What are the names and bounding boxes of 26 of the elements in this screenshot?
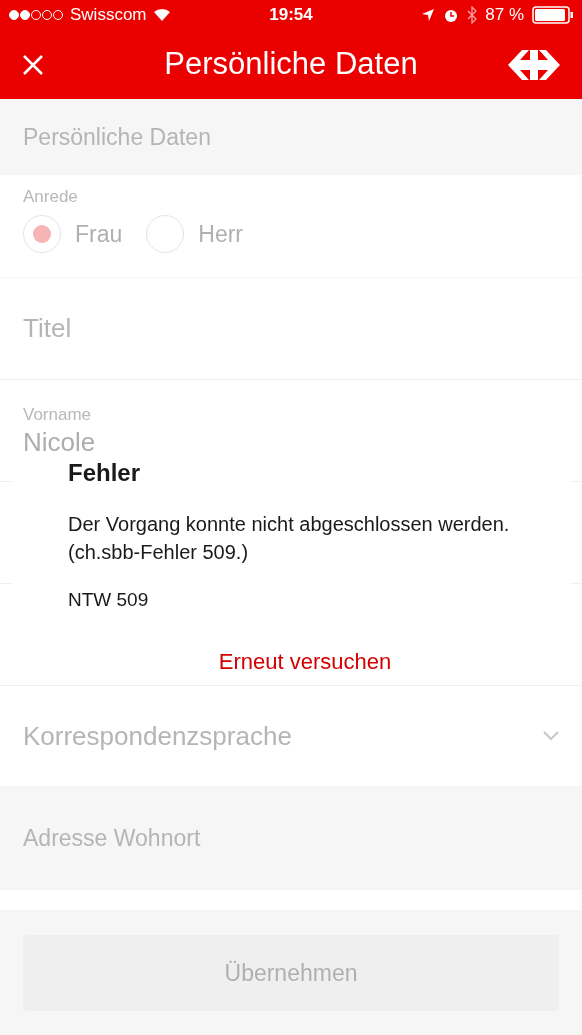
section-title: Adresse Wohnort — [23, 823, 201, 853]
wifi-icon — [152, 8, 171, 22]
alarm-clock-icon — [443, 7, 460, 23]
field-placeholder[interactable]: Titel — [23, 309, 72, 348]
field-label: Anrede — [23, 186, 78, 208]
location-arrow-icon — [421, 8, 436, 22]
field-value[interactable]: Nicole — [23, 425, 96, 458]
bluetooth-icon — [467, 6, 478, 24]
language-dropdown[interactable]: Korrespondenzsprache — [0, 686, 582, 786]
error-code: NTW 509 — [68, 588, 150, 612]
dialog-message: Der Vorgang konnte nicht abgeschlossen werden. (ch.sbb-Fehler 509.) — [68, 512, 511, 565]
close-icon[interactable] — [22, 53, 44, 76]
clock-time: 19:54 — [269, 4, 313, 27]
section-title: Persönliche Daten — [23, 122, 211, 152]
dialog-title: Fehler — [68, 458, 142, 488]
retry-button[interactable]: Erneut versuchen — [218, 644, 392, 678]
field-label: Vorname — [23, 403, 92, 426]
radio-option[interactable]: Herr — [146, 215, 244, 253]
battery-icon — [532, 6, 574, 24]
double-arrow-logo-icon — [508, 49, 560, 80]
signal-icon — [8, 9, 64, 21]
chevron-down-icon — [543, 731, 559, 741]
radio-option[interactable]: Frau — [23, 215, 123, 253]
screen-title: Persönliche Daten — [164, 45, 418, 84]
carrier-name: Swisscom — [70, 4, 147, 27]
battery-percent: 87 % — [485, 4, 524, 27]
